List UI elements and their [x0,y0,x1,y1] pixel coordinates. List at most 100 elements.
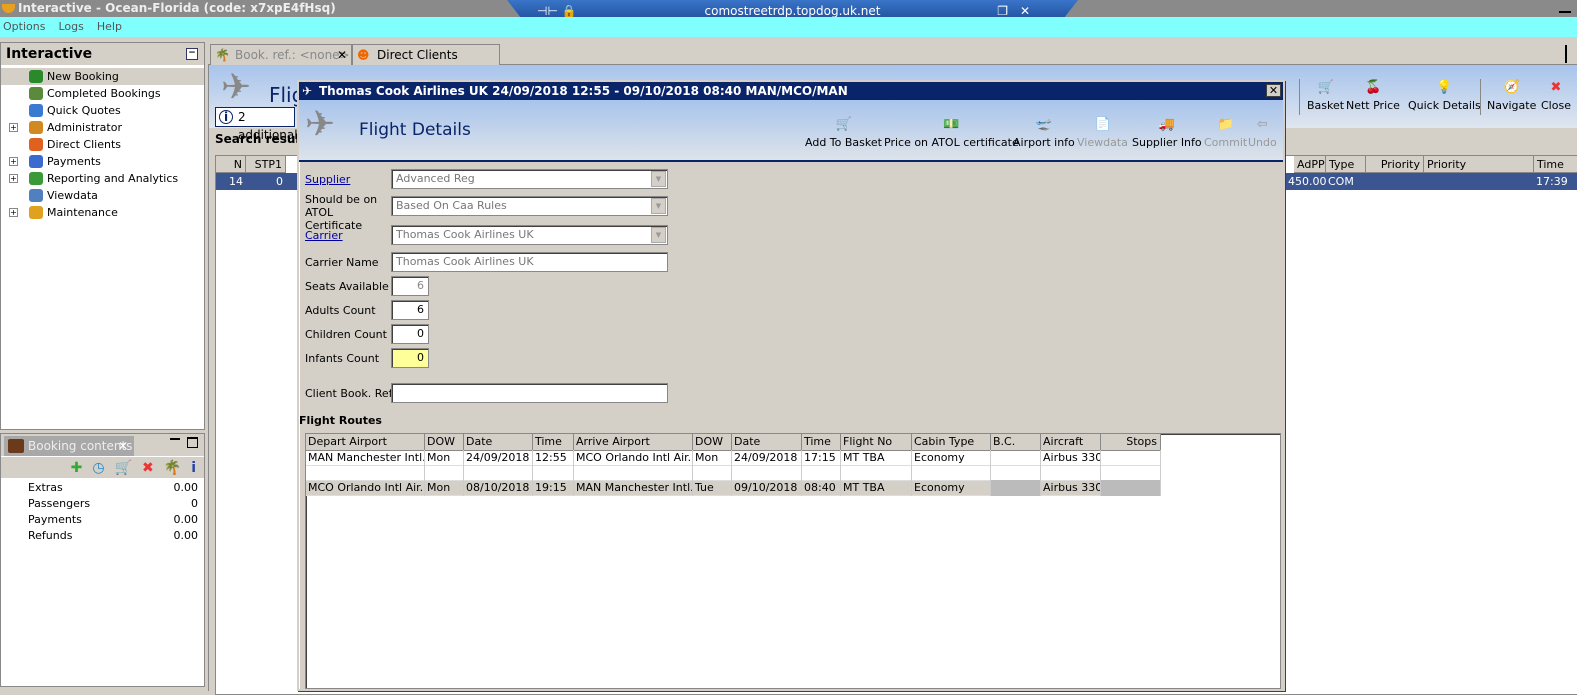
maximize-button[interactable] [187,437,198,448]
row-value: 0.00 [173,481,199,494]
delete-icon[interactable]: ✖ [142,460,154,476]
sidebar-item[interactable]: Completed Bookings [1,85,204,102]
tab-booking-ref[interactable]: 🌴 Book. ref.: <none> ✕ [210,44,352,65]
route-cell: MCO Orlando Intl Air... [308,480,425,496]
route-col-header[interactable]: Time [802,434,841,451]
quick-details-button[interactable]: 💡 Quick Details [1408,80,1481,112]
collapse-button[interactable]: − [186,48,198,60]
infants-field[interactable]: 0 [391,348,429,368]
expand-icon[interactable]: + [9,157,18,166]
toolbar-button-add-to-basket[interactable]: 🛒 Add To Basket [805,117,882,149]
carrier-select[interactable]: Thomas Cook Airlines UK ▼ [391,225,668,245]
sidebar-item[interactable]: + Administrator [1,119,204,136]
col-header[interactable]: Priority description [1424,156,1534,188]
info-banner[interactable]: i2 additional [215,107,298,142]
route-col-header[interactable]: B.C. [991,434,1041,451]
toolbar-button-undo[interactable]: ⇦ Undo [1248,117,1277,149]
minimize-button[interactable] [1559,3,1571,13]
route-col-header[interactable]: Date [464,434,533,451]
route-cell: MAN Manchester Intl. [576,480,693,496]
route-col-header[interactable]: Date [732,434,802,451]
route-col-header[interactable]: Stops [1101,434,1161,451]
sidebar-item-icon [29,206,43,219]
route-cell: 24/09/2018 [732,450,802,466]
route-col-header[interactable]: Depart Airport [306,434,425,451]
expand-icon[interactable]: + [9,174,18,183]
col-header[interactable]: AdPP [1294,156,1326,173]
route-cell: Mon [425,480,464,496]
route-cell: 08:40 [802,480,841,496]
info-icon[interactable]: i [191,460,196,476]
booking-contents-row: Refunds 0.00 [1,528,204,544]
nett-price-button[interactable]: 🍒 Nett Price [1346,80,1400,112]
route-row[interactable]: MAN Manchester Intl. Mon 24/09/2018 12:55 MC… [306,450,1161,466]
sidebar-item[interactable]: + Maintenance [1,204,204,221]
close-icon[interactable]: ✕ [337,45,347,66]
booking-contents-row: Passengers 0 [1,496,204,512]
route-col-header[interactable]: DOW [693,434,732,451]
adults-field[interactable]: 6 [391,300,429,320]
menu-bar: Options Logs Help [0,17,1577,37]
toolbar-button-supplier-info[interactable]: 🚚 Supplier Info [1132,117,1202,149]
col-header[interactable]: Priority [1366,156,1424,173]
route-col-header[interactable]: Arrive Airport [574,434,693,451]
route-cell: MCO Orlando Intl Air... [576,450,693,466]
client-icon: ☻ [357,48,370,62]
tab-direct-clients-search[interactable]: ☻Direct Clients Search [352,44,500,83]
route-cell [693,465,732,481]
close-button[interactable]: ✖ Close [1541,80,1571,112]
supplier-select[interactable]: Advanced Reg ▼ [391,169,668,189]
sidebar-item[interactable]: + Reporting and Analytics [1,170,204,187]
seats-field[interactable]: 6 [391,276,429,296]
sidebar-item-label: Administrator [47,121,122,134]
toolbar-button-commit[interactable]: 📁 Commit [1204,117,1247,149]
route-col-header[interactable]: Time [533,434,574,451]
client-ref-field[interactable] [391,383,668,403]
navigate-button[interactable]: 🧭 Navigate [1487,80,1536,112]
route-row[interactable]: MCO Orlando Intl Air... Mon 08/10/2018 19:1… [306,480,1161,496]
supplier-link[interactable]: Supplier [305,173,350,186]
col-header[interactable]: STP1 [246,156,286,173]
sidebar-item[interactable]: New Booking [1,68,204,85]
carrier-link[interactable]: Carrier [305,229,343,242]
atol-select[interactable]: Based On Caa Rules ▼ [391,196,668,216]
route-col-header[interactable]: DOW [425,434,464,451]
col-header[interactable]: N [216,156,246,173]
sidebar-item[interactable]: Quick Quotes [1,102,204,119]
route-cell: Tue [693,480,732,496]
toolbar-button-airport-info[interactable]: 🛫 Airport info [1013,117,1075,149]
sidebar-item[interactable]: Direct Clients [1,136,204,153]
palm-icon[interactable]: 🌴 [164,460,181,476]
route-cell: MT TBA [841,480,912,496]
col-header[interactable]: Type [1326,156,1366,173]
route-col-header[interactable]: Aircraft [1041,434,1101,451]
close-icon[interactable]: ✕ [118,436,128,456]
dialog-close-button[interactable]: ✕ [1266,84,1281,97]
booking-contents-tab[interactable]: Booking contents ✕ [4,436,134,456]
children-field[interactable]: 0 [391,324,429,344]
add-icon[interactable]: ✚ [71,460,83,476]
expand-icon[interactable]: + [9,123,18,132]
menu-logs[interactable]: Logs [58,20,83,33]
basket-icon[interactable]: 🛒 [115,460,132,476]
route-col-header[interactable]: Cabin Type [912,434,991,451]
carrier-name-field[interactable]: Thomas Cook Airlines UK [391,252,668,272]
dialog-title-bar[interactable]: ✈ Thomas Cook Airlines UK 24/09/2018 12:5… [299,82,1283,100]
sidebar-item[interactable]: + Payments [1,153,204,170]
col-header[interactable]: Time [1534,156,1577,173]
flight-details-dialog: ✈ Thomas Cook Airlines UK 24/09/2018 12:5… [297,80,1285,691]
basket-button[interactable]: 🛒 Basket [1307,80,1344,112]
flight-routes-grid[interactable]: Depart Airport DOW Date Time Arrive Airport D… [305,433,1281,689]
route-cell: 24/09/2018 [464,450,533,466]
expand-icon[interactable]: + [9,208,18,217]
menu-options[interactable]: Options [3,20,45,33]
toolbar-icon: ⇦ [1256,117,1268,132]
route-row[interactable] [306,465,1161,481]
menu-help[interactable]: Help [97,20,122,33]
toolbar-button-price-on-atol-certificate[interactable]: 💵 Price on ATOL certificate [884,117,1019,149]
toolbar-button-viewdata[interactable]: 📄 Viewdata [1077,117,1128,149]
route-col-header[interactable]: Flight No [841,434,912,451]
minimize-button[interactable] [170,438,180,440]
sidebar-item[interactable]: Viewdata [1,187,204,204]
clock-icon[interactable]: ◷ [92,460,104,476]
